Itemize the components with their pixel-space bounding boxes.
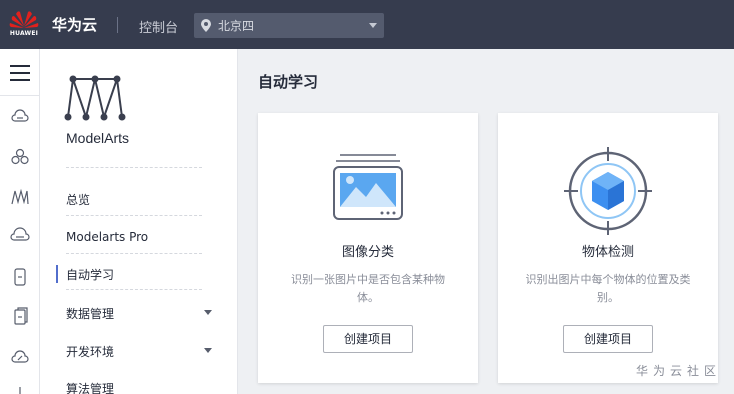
- chevron-down-icon: [204, 348, 212, 353]
- phone-icon[interactable]: [10, 267, 30, 287]
- region-label: 北京四: [218, 19, 255, 33]
- nav-divider: [66, 215, 202, 216]
- nav-item-algorithm-management[interactable]: 算法管理: [66, 380, 226, 394]
- card-title: 物体检测: [581, 245, 634, 260]
- icon-rail: [0, 49, 40, 394]
- nav-item-auto-learning[interactable]: 自动学习: [66, 266, 226, 283]
- nav-item-overview[interactable]: 总览: [66, 191, 226, 208]
- huawei-logo-icon[interactable]: [6, 6, 42, 44]
- rail-divider: [0, 95, 40, 96]
- nav-item-dev-environment[interactable]: 开发环境: [66, 343, 226, 360]
- cluster-icon[interactable]: [10, 147, 30, 167]
- modelarts-logo-icon: [64, 75, 126, 121]
- create-project-button[interactable]: 创建项目: [563, 325, 653, 353]
- topbar-divider: [117, 17, 118, 33]
- nav-item-label: 开发环境: [66, 345, 115, 359]
- watermark: 华为云社区: [636, 364, 722, 378]
- chevron-down-icon: [369, 23, 377, 28]
- nav-divider: [66, 289, 202, 290]
- service-nav: ModelArts 总览 Modelarts Pro 自动学习 数据管理 开发环…: [40, 49, 238, 394]
- page-title: 自动学习: [258, 73, 319, 91]
- nav-item-modelarts-pro[interactable]: Modelarts Pro: [66, 230, 226, 244]
- huawei-wordmark: HUAWEI: [9, 30, 39, 37]
- card-image-classification[interactable]: 图像分类 识别一张图片中是否包含某种物体。 创建项目: [258, 113, 478, 383]
- object-detection-icon: [564, 147, 652, 235]
- card-title: 图像分类: [341, 245, 394, 260]
- database-icon[interactable]: [10, 227, 30, 247]
- tool-icon[interactable]: [10, 383, 30, 394]
- nav-divider: [66, 167, 202, 168]
- service-name: ModelArts: [66, 130, 130, 146]
- modelarts-icon[interactable]: [10, 187, 30, 207]
- card-object-detection[interactable]: 物体检测 识别出图片中每个物体的位置及类别。 创建项目: [498, 113, 718, 383]
- region-selector[interactable]: 北京四: [194, 13, 384, 38]
- chevron-down-icon: [204, 310, 212, 315]
- nav-item-label: 数据管理: [66, 307, 115, 321]
- card-description: 识别一张图片中是否包含某种物体。: [291, 273, 445, 304]
- menu-icon[interactable]: [10, 65, 30, 83]
- location-pin-icon: [201, 19, 211, 32]
- image-classification-icon: [333, 154, 403, 220]
- cloud-link-icon[interactable]: [10, 347, 30, 367]
- card-description: 识别出图片中每个物体的位置及类别。: [525, 273, 691, 304]
- console-link[interactable]: 控制台: [139, 17, 178, 36]
- brand-title[interactable]: 华为云: [52, 14, 97, 35]
- top-bar: HUAWEI 华为云 控制台 北京四: [0, 0, 734, 49]
- nav-item-data-management[interactable]: 数据管理: [66, 305, 226, 322]
- document-icon[interactable]: [10, 307, 30, 327]
- create-project-button[interactable]: 创建项目: [323, 325, 413, 353]
- nav-divider: [66, 253, 202, 254]
- active-indicator: [56, 265, 58, 283]
- cloud-server-icon[interactable]: [10, 107, 30, 127]
